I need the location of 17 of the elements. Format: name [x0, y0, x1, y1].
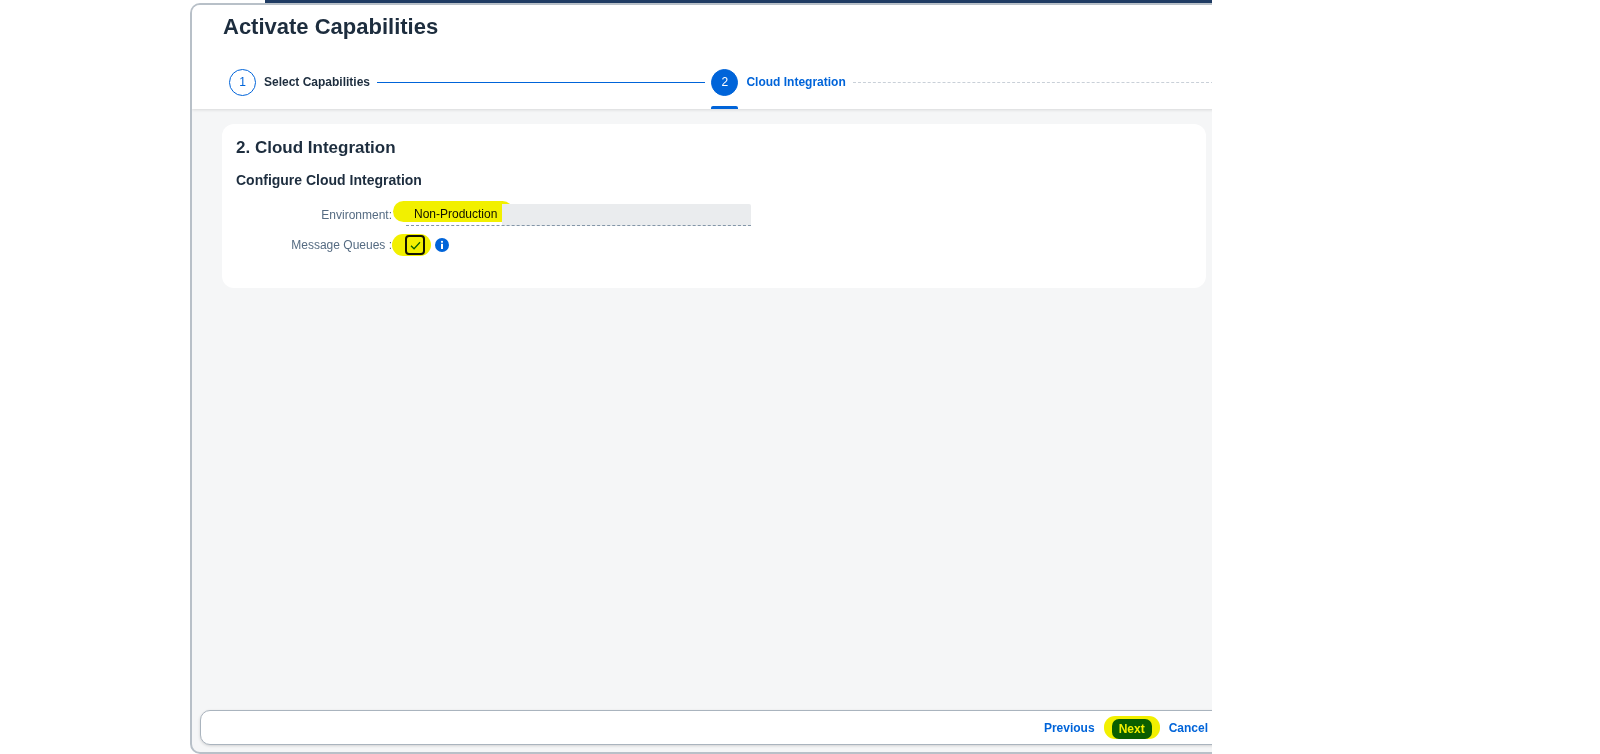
step-number[interactable]: 1: [229, 69, 256, 96]
input-field[interactable]: Non-Production: [406, 204, 751, 226]
field-label: Message Queues :: [291, 238, 392, 252]
step-label[interactable]: Cloud Integration: [746, 69, 846, 96]
info-icon[interactable]: [435, 238, 449, 252]
primary-button[interactable]: Next: [1111, 719, 1152, 739]
text-button[interactable]: Previous: [1036, 716, 1102, 739]
field-label: Environment:: [321, 208, 392, 222]
step-number[interactable]: 2: [711, 69, 739, 96]
active-step-indicator: [711, 106, 739, 109]
step-label[interactable]: Select Capabilities: [264, 69, 371, 96]
checkbox[interactable]: [405, 235, 425, 255]
checkmark-icon: [409, 240, 421, 250]
dialog-title: Activate Capabilities: [223, 13, 439, 41]
section-subtitle: Configure Cloud Integration: [236, 171, 422, 190]
section-title: 2. Cloud Integration: [236, 137, 396, 159]
text-button[interactable]: Cancel: [1161, 716, 1212, 739]
